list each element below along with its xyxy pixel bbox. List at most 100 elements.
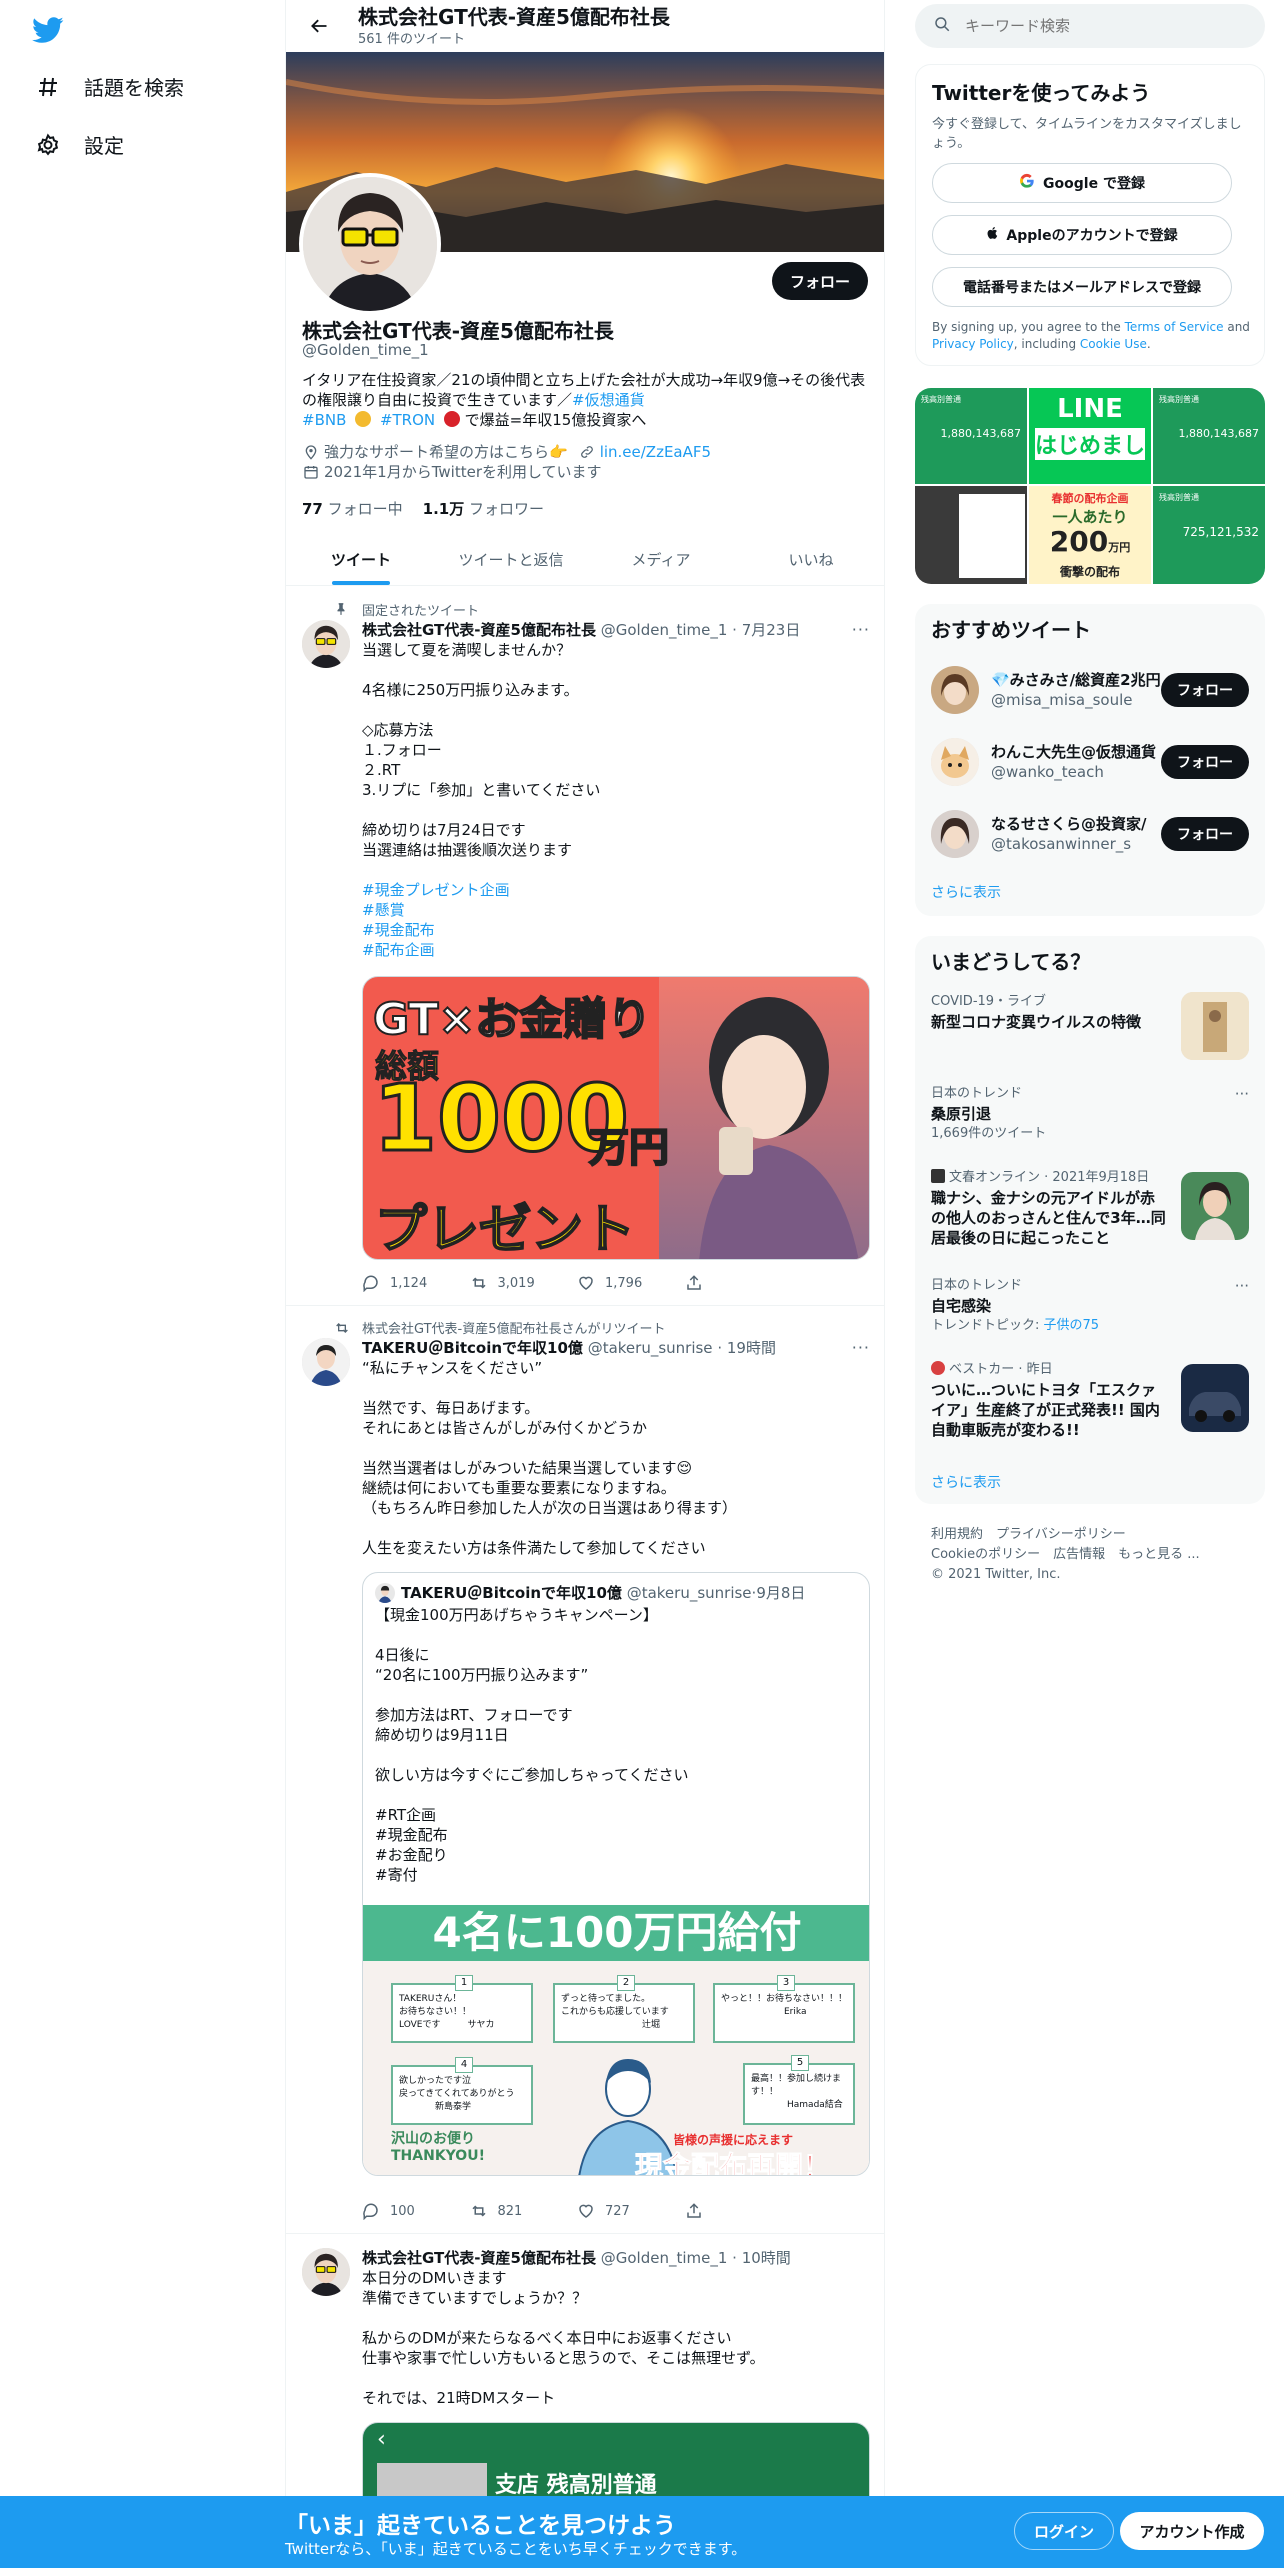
media-thumb[interactable] — [915, 486, 1027, 584]
media-thumb[interactable]: 残高別普通 725,121,532 — [1153, 486, 1265, 584]
search-box[interactable] — [915, 4, 1265, 48]
tweet-author-handle[interactable]: @takeru_sunrise — [588, 1339, 713, 1357]
tweet-time[interactable]: 7月23日 — [742, 621, 801, 639]
recommended-user[interactable]: なるせさくら@投資家/ @takosanwinner_s フォロー — [931, 798, 1249, 870]
recommended-title: おすすめツイート — [931, 618, 1091, 642]
quote-image[interactable]: 4名に100万円給付 TAKERUさん！ お待ちなさい！！ LOVEです サヤカ… — [363, 1905, 869, 2175]
retweet-button[interactable]: 3,019 — [470, 1274, 578, 1292]
recommended-name: なるせさくら@投資家/ — [991, 815, 1147, 833]
media-thumb[interactable]: 残高別普通 1,880,143,687 — [1153, 388, 1265, 484]
recommended-user[interactable]: わんこ大先生@仮想通貨 @wanko_teach フォロー — [931, 726, 1249, 798]
more-options-icon[interactable]: ··· — [852, 1338, 870, 1357]
main-column: 株式会社GT代表-資産5億配布社長 561 件のツイート フォロー 株式会社GT… — [285, 0, 885, 2568]
like-button[interactable]: 1,796 — [577, 1274, 685, 1292]
tweet-avatar[interactable] — [302, 2248, 350, 2296]
tweet-author-handle[interactable]: @Golden_time_1 — [601, 621, 728, 639]
signup-panel: Twitterを使ってみよう 今すぐ登録して、タイムラインをカスタマイズしましょ… — [915, 64, 1265, 366]
trend-title: 新型コロナ変異ウイルスの特徴 — [931, 1013, 1142, 1031]
footer-links[interactable]: Cookieのポリシー 広告情報 もっと見る ... — [931, 1545, 1251, 1565]
quoted-tweet[interactable]: TAKERU＠Bitcoinで年収10億 @takeru_sunrise · 9… — [362, 1572, 870, 2176]
media-thumb[interactable]: 残高別普通 1,880,143,687 — [915, 388, 1027, 484]
trend-meta: 1,669件のツイート — [931, 1126, 1047, 1141]
hashtag-link[interactable]: #現金配布 — [362, 921, 435, 939]
bank-account-label: 支店 残高別普通 — [495, 2473, 657, 2498]
trend-topic-link[interactable]: 子供の75 — [1044, 1318, 1100, 1333]
reply-button[interactable]: 1,124 — [362, 1274, 470, 1292]
profile-avatar[interactable] — [299, 173, 441, 315]
trend-item[interactable]: COVID-19・ライブ 新型コロナ変異ウイルスの特徴 — [931, 992, 1249, 1062]
more-options-icon[interactable]: ··· — [1235, 1276, 1249, 1296]
terms-link[interactable]: Terms of Service — [1125, 320, 1224, 334]
trend-item[interactable]: 日本のトレンド 桑原引退 1,669件のツイート ··· — [931, 1084, 1249, 1144]
follow-button[interactable]: フォロー — [771, 262, 868, 300]
retweeted-by-label[interactable]: 株式会社GT代表-資産5億配布社長さんがリツイート — [362, 1318, 666, 1337]
nav-settings[interactable]: 設定 — [34, 130, 124, 159]
footer-links[interactable]: 利用規約 プライバシーポリシー — [931, 1525, 1251, 1545]
twitter-logo-icon[interactable] — [32, 14, 64, 46]
tweet-avatar[interactable] — [302, 620, 350, 668]
follow-button[interactable]: フォロー — [1161, 745, 1249, 779]
hashtag-link[interactable]: #配布企画 — [362, 941, 435, 959]
followers-link[interactable]: 1.1万 フォロワー — [423, 498, 544, 519]
retweet-button[interactable]: 821 — [470, 2202, 578, 2220]
tab-media[interactable]: メディア — [586, 533, 736, 585]
more-options-icon[interactable]: ··· — [1235, 1084, 1249, 1104]
share-button[interactable] — [685, 2202, 793, 2220]
tweet-avatar[interactable] — [302, 1338, 350, 1386]
tweet-time[interactable]: 19時間 — [727, 1339, 776, 1357]
trend-item[interactable]: 文春オンライン · 2021年9月18日 職ナシ、金ナシの元アイドルが赤の他人の… — [931, 1168, 1249, 1264]
follow-button[interactable]: フォロー — [1161, 817, 1249, 851]
google-signup-button[interactable]: Google で登録 — [932, 163, 1232, 203]
privacy-link[interactable]: Privacy Policy — [932, 337, 1014, 351]
share-icon — [686, 2203, 701, 2218]
tab-tweets-and-replies[interactable]: ツイートと返信 — [436, 533, 586, 585]
note-number: 4 — [455, 2057, 473, 2073]
apple-signup-button[interactable]: Appleのアカウントで登録 — [932, 215, 1232, 255]
profile-location: 強力なサポート希望の方はこちら👉 — [324, 443, 568, 461]
share-button[interactable] — [685, 1274, 793, 1292]
tweet-author-handle[interactable]: @Golden_time_1 — [601, 2249, 728, 2267]
pin-icon — [334, 602, 350, 618]
trends-show-more[interactable]: さらに表示 — [931, 1472, 1001, 1492]
phone-email-signup-button[interactable]: 電話番号またはメールアドレスで登録 — [932, 267, 1232, 307]
cookie-link[interactable]: Cookie Use — [1080, 337, 1147, 351]
tab-tweets[interactable]: ツイート — [286, 533, 436, 585]
back-arrow-icon[interactable] — [302, 9, 336, 43]
more-options-icon[interactable]: ··· — [852, 620, 870, 639]
trend-item[interactable]: 日本のトレンド 自宅感染 トレンドトピック: 子供の75 ··· — [931, 1276, 1249, 1336]
create-account-button[interactable]: アカウント作成 — [1120, 2512, 1264, 2550]
nav-explore[interactable]: 話題を検索 — [34, 72, 184, 101]
hashtag-link[interactable]: #現金プレゼント企画 — [362, 881, 510, 899]
tweet-image[interactable]: GT×お金贈り 総額 1000 万円 プレゼント — [362, 976, 870, 1260]
bio-hashtag-bnb[interactable]: #BNB — [302, 411, 346, 429]
following-link[interactable]: 77 フォロー中 — [302, 498, 403, 519]
following-label: フォロー中 — [327, 500, 403, 518]
bio-hashtag-tron[interactable]: #TRON — [380, 411, 435, 429]
like-button[interactable]: 727 — [577, 2202, 685, 2220]
tweet-retweet[interactable]: 株式会社GT代表-資産5億配布社長さんがリツイート TAKERU＠Bitcoin… — [286, 1306, 884, 2234]
calendar-icon — [302, 463, 320, 481]
tweet-pinned[interactable]: 固定されたツイート 株式会社GT代表-資産5億配布社長 @Golden_time… — [286, 586, 884, 1306]
tab-likes[interactable]: いいね — [736, 533, 884, 585]
media-label: 残高別普通 — [1159, 493, 1199, 502]
media-label: 春節の配布企画 — [1051, 492, 1129, 505]
like-count: 1,796 — [605, 1275, 643, 1291]
tweet-time[interactable]: 10時間 — [742, 2249, 791, 2267]
tweet-author-name[interactable]: TAKERU＠Bitcoinで年収10億 — [362, 1339, 583, 1357]
trend-item[interactable]: ベストカー · 昨日 ついに…ついにトヨタ「エスクァイア」生産終了が正式発表!!… — [931, 1360, 1249, 1456]
tweet-header: 株式会社GT代表-資産5億配布社長 @Golden_time_1 · 10時間 — [362, 2249, 791, 2267]
recommended-show-more[interactable]: さらに表示 — [931, 882, 1001, 902]
search-input[interactable] — [965, 17, 1225, 35]
media-thumb[interactable]: 春節の配布企画 一人あたり 200万円 衝撃の配布 — [1028, 486, 1151, 584]
tweet-author-name[interactable]: 株式会社GT代表-資産5億配布社長 — [362, 621, 596, 639]
recommended-user[interactable]: 💎みさみさ/総資産2兆円 @misa_misa_soule フォロー — [931, 654, 1249, 726]
reply-button[interactable]: 100 — [362, 2202, 470, 2220]
profile-link[interactable]: lin.ee/ZzEaAF5 — [600, 442, 711, 462]
bio-hashtag-crypto[interactable]: #仮想通貨 — [572, 391, 645, 409]
tweet-author-name[interactable]: 株式会社GT代表-資産5億配布社長 — [362, 2249, 596, 2267]
follow-button[interactable]: フォロー — [1161, 673, 1249, 707]
login-button[interactable]: ログイン — [1014, 2512, 1114, 2550]
hashtag-link[interactable]: #懸賞 — [362, 901, 405, 919]
media-thumb[interactable]: LINE はじめまし — [1028, 388, 1151, 484]
illustration-person — [659, 977, 869, 1259]
